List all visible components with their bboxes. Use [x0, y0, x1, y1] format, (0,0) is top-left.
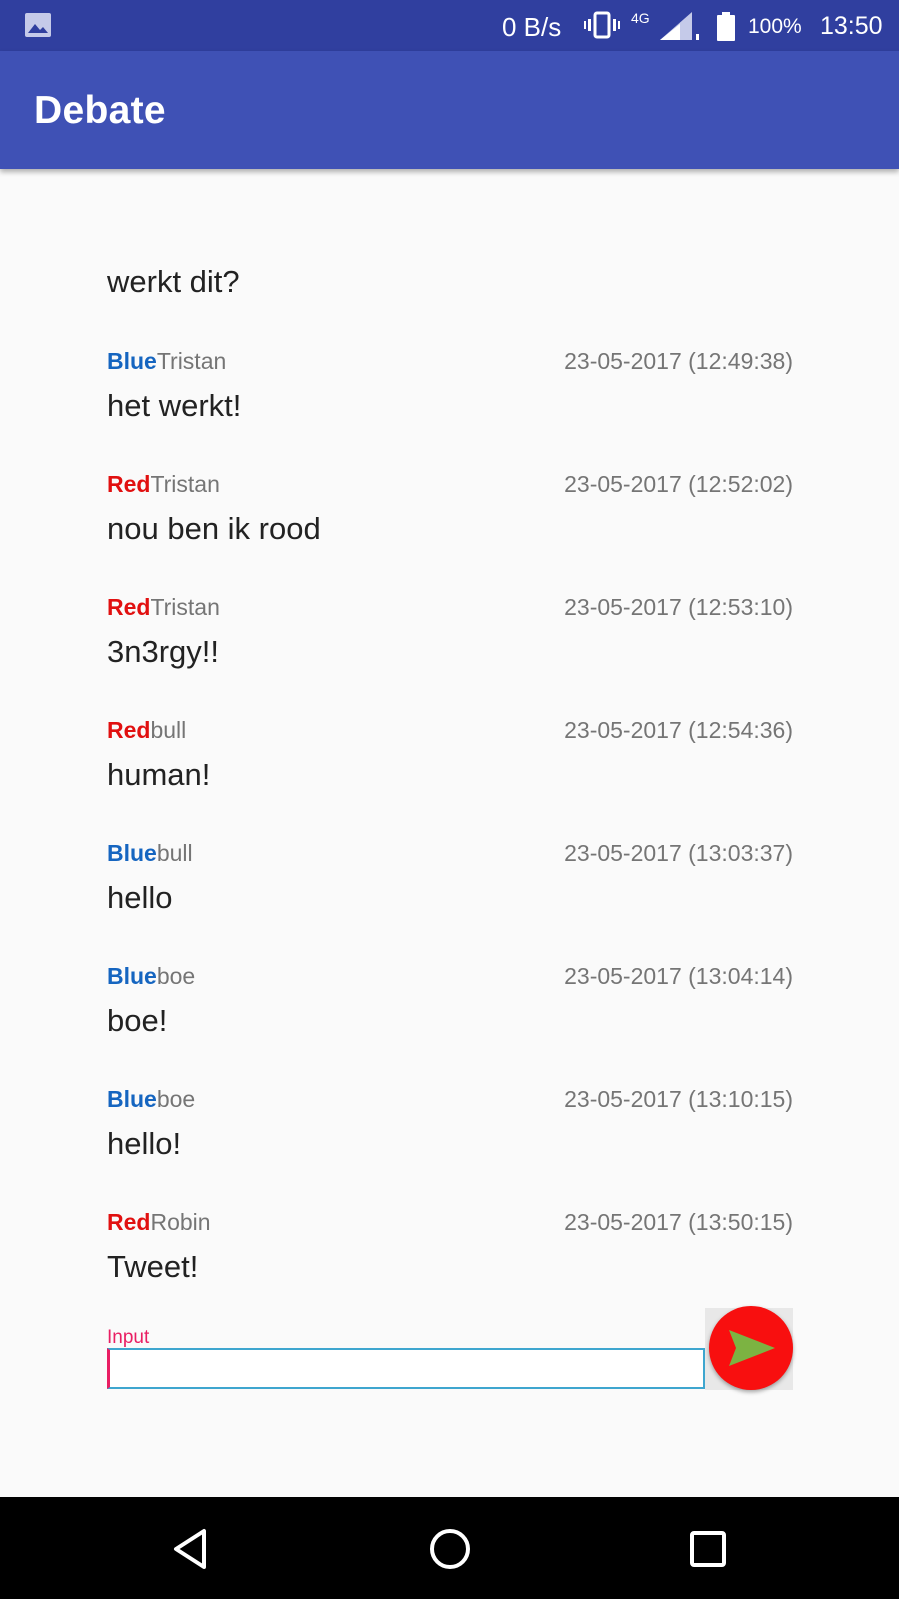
team-name: Blue [107, 1086, 157, 1112]
team-name: Blue [107, 840, 157, 866]
team-name: Blue [107, 348, 157, 374]
gallery-icon [25, 13, 51, 37]
message-item: Blueboe 23-05-2017 (13:04:14) boe! [107, 957, 793, 1080]
app-bar: Debate [0, 51, 899, 169]
status-bar: 0 B/s 4G 100% 13:50 [0, 0, 899, 51]
team-name: Blue [107, 963, 157, 989]
message-item: RedTristan 23-05-2017 (12:53:10) 3n3rgy!! [107, 588, 793, 711]
message-timestamp: 23-05-2017 (13:03:37) [564, 840, 793, 866]
message-text: 3n3rgy!! [107, 634, 220, 669]
author-name: bull [156, 840, 193, 866]
author-name: Tristan [150, 471, 220, 497]
vibrate-icon [584, 11, 620, 39]
message-timestamp: 23-05-2017 (12:53:10) [564, 594, 793, 620]
message-item: RedTristan 23-05-2017 (12:52:02) nou ben i… [107, 465, 793, 588]
message-text: boe! [107, 1003, 168, 1038]
author-name: bull [150, 717, 187, 743]
message-header: RedRobin 23-05-2017 (13:50:15) [107, 1207, 793, 1237]
author-name: boe [156, 963, 196, 989]
message-text: werkt dit? [107, 264, 240, 299]
message-timestamp: 23-05-2017 (13:04:14) [564, 963, 793, 989]
author-name: Tristan [150, 594, 220, 620]
message-text: human! [107, 757, 211, 792]
message-timestamp: 23-05-2017 (13:50:15) [564, 1209, 793, 1235]
message-text: het werkt! [107, 388, 242, 423]
author-name: Tristan [156, 348, 227, 374]
network-type: 4G [631, 10, 650, 26]
back-icon[interactable] [170, 1527, 214, 1571]
message-header: Redbull 23-05-2017 (12:54:36) [107, 715, 793, 745]
message-item: Bluebull 23-05-2017 (13:03:37) hello [107, 834, 793, 957]
team-name: Red [107, 471, 151, 497]
message-timestamp: 23-05-2017 (13:10:15) [564, 1086, 793, 1112]
message-text: Tweet! [107, 1249, 199, 1284]
message-timestamp: 23-05-2017 (12:52:02) [564, 471, 793, 497]
message-header: BlueTristan 23-05-2017 (12:49:38) [107, 346, 793, 376]
battery-level: 100% [748, 15, 802, 38]
page-title: Debate [34, 89, 166, 132]
clock: 13:50 [820, 12, 883, 40]
message-item: Blueboe 23-05-2017 (13:10:15) hello! [107, 1080, 793, 1203]
message-header: Blueboe 23-05-2017 (13:04:14) [107, 961, 793, 991]
message-header: RedTristan 23-05-2017 (12:53:10) [107, 592, 793, 622]
send-button[interactable] [709, 1306, 793, 1390]
message-input[interactable] [107, 1348, 705, 1389]
message-text: hello [107, 880, 173, 915]
team-name: Red [107, 717, 151, 743]
input-label: Input [107, 1327, 150, 1348]
author-name: boe [156, 1086, 196, 1112]
message-header: Bluebull 23-05-2017 (13:03:37) [107, 838, 793, 868]
author-name: Robin [150, 1209, 211, 1235]
network-speed: 0 B/s [502, 12, 562, 42]
battery-icon [717, 12, 735, 41]
home-icon[interactable] [428, 1527, 472, 1571]
message-text: nou ben ik rood [107, 511, 321, 546]
message-list[interactable]: BlueTristan 23-05-2017 (12:49:38) het werk… [107, 342, 793, 1326]
message-timestamp: 23-05-2017 (12:54:36) [564, 717, 793, 743]
navigation-bar [0, 1497, 899, 1599]
recent-apps-icon[interactable] [686, 1527, 730, 1571]
send-arrow-icon [729, 1330, 775, 1366]
message-item: BlueTristan 23-05-2017 (12:49:38) het werk… [107, 342, 793, 465]
message-item: RedRobin 23-05-2017 (13:50:15) Tweet! [107, 1203, 793, 1326]
message-timestamp: 23-05-2017 (12:49:38) [564, 348, 793, 374]
message-item: Redbull 23-05-2017 (12:54:36) human! [107, 711, 793, 834]
signal-icon [660, 12, 699, 40]
team-name: Red [107, 1209, 151, 1235]
message-text: hello! [107, 1126, 182, 1161]
team-name: Red [107, 594, 151, 620]
message-header: Blueboe 23-05-2017 (13:10:15) [107, 1084, 793, 1114]
message-header: RedTristan 23-05-2017 (12:52:02) [107, 469, 793, 499]
